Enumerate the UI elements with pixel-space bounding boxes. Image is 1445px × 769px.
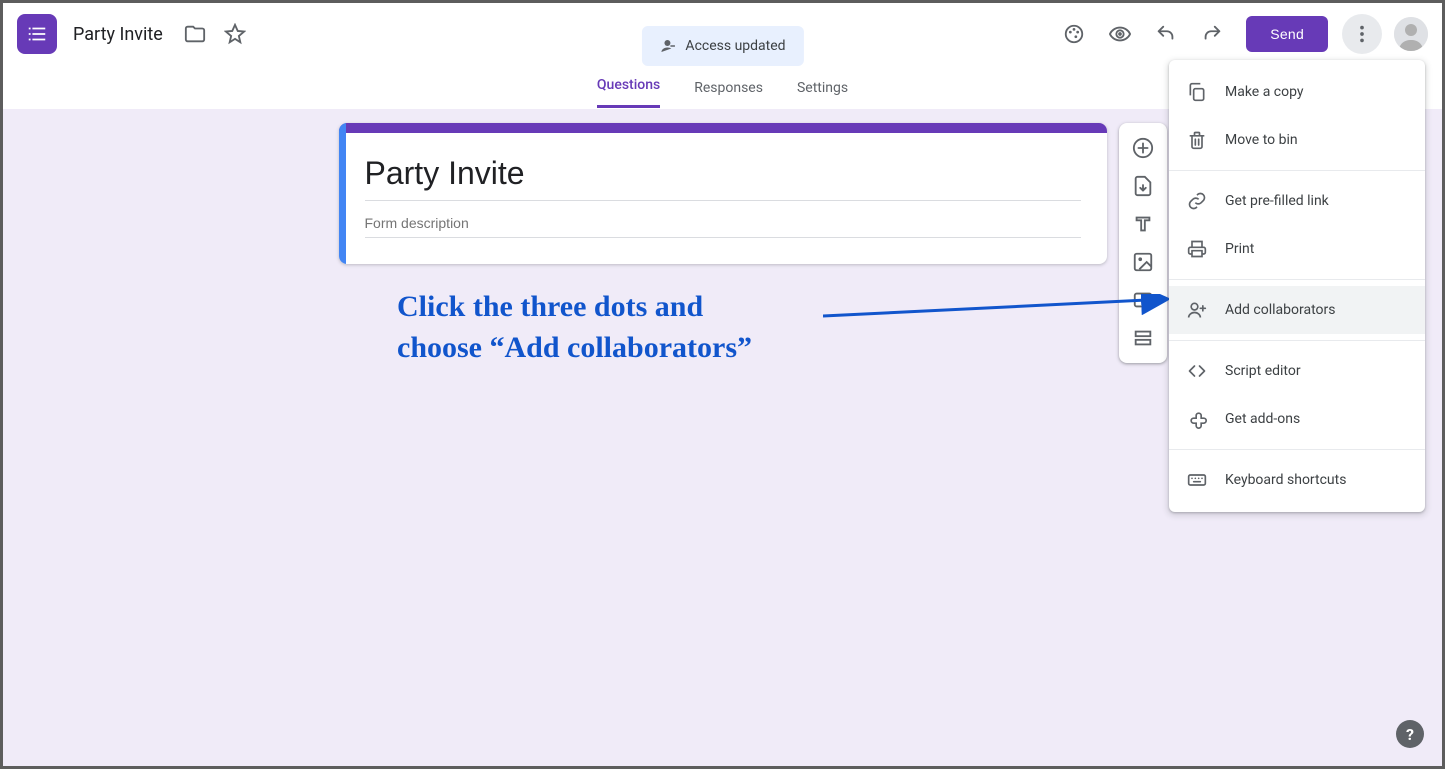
menu-make-copy[interactable]: Make a copy (1169, 68, 1425, 116)
add-collaborators-icon (1187, 300, 1207, 320)
menu-separator (1169, 170, 1425, 171)
add-section-icon[interactable] (1124, 319, 1162, 357)
account-avatar[interactable] (1394, 17, 1428, 51)
more-icon[interactable] (1342, 14, 1382, 54)
menu-label: Get pre-filled link (1225, 193, 1329, 209)
menu-label: Script editor (1225, 363, 1301, 379)
copy-icon (1187, 82, 1207, 102)
forms-logo[interactable] (17, 14, 57, 54)
access-updated-chip: Access updated (641, 26, 803, 66)
preview-icon[interactable] (1100, 14, 1140, 54)
form-header-card[interactable] (339, 123, 1107, 264)
menu-separator (1169, 340, 1425, 341)
undo-icon[interactable] (1146, 14, 1186, 54)
form-description-input[interactable] (365, 203, 1081, 238)
add-video-icon[interactable] (1124, 281, 1162, 319)
menu-get-addons[interactable]: Get add-ons (1169, 395, 1425, 443)
document-title[interactable]: Party Invite (73, 24, 163, 45)
menu-script-editor[interactable]: Script editor (1169, 347, 1425, 395)
overflow-menu: Make a copy Move to bin Get pre-filled l… (1169, 60, 1425, 512)
link-icon (1187, 191, 1207, 211)
move-folder-icon[interactable] (175, 14, 215, 54)
menu-separator (1169, 449, 1425, 450)
menu-move-to-bin[interactable]: Move to bin (1169, 116, 1425, 164)
menu-label: Add collaborators (1225, 302, 1335, 318)
toolbar-right-group: Send (1054, 14, 1428, 54)
menu-label: Print (1225, 241, 1254, 257)
tab-questions[interactable]: Questions (597, 77, 660, 108)
menu-separator (1169, 279, 1425, 280)
keyboard-icon (1187, 470, 1207, 490)
menu-label: Move to bin (1225, 132, 1298, 148)
tab-settings[interactable]: Settings (797, 80, 848, 108)
add-title-icon[interactable] (1124, 205, 1162, 243)
code-icon (1187, 361, 1207, 381)
annotation-line-2: choose “Add collaborators” (397, 328, 752, 369)
menu-prefilled-link[interactable]: Get pre-filled link (1169, 177, 1425, 225)
redo-icon[interactable] (1192, 14, 1232, 54)
tab-responses[interactable]: Responses (694, 80, 763, 108)
menu-keyboard-shortcuts[interactable]: Keyboard shortcuts (1169, 456, 1425, 504)
add-image-icon[interactable] (1124, 243, 1162, 281)
person-remove-icon (659, 37, 677, 55)
print-icon (1187, 239, 1207, 259)
annotation-text: Click the three dots and choose “Add col… (397, 287, 752, 368)
trash-icon (1187, 130, 1207, 150)
question-side-rail (1119, 123, 1167, 363)
theme-icon[interactable] (1054, 14, 1094, 54)
star-icon[interactable] (215, 14, 255, 54)
addon-icon (1187, 409, 1207, 429)
form-title-input[interactable] (365, 153, 1081, 201)
menu-label: Get add-ons (1225, 411, 1300, 427)
menu-label: Keyboard shortcuts (1225, 472, 1346, 488)
send-button[interactable]: Send (1246, 16, 1328, 52)
chip-label: Access updated (685, 38, 785, 54)
menu-add-collaborators[interactable]: Add collaborators (1169, 286, 1425, 334)
help-icon[interactable]: ? (1396, 720, 1424, 748)
annotation-line-1: Click the three dots and (397, 287, 752, 328)
menu-print[interactable]: Print (1169, 225, 1425, 273)
menu-label: Make a copy (1225, 84, 1304, 100)
add-question-icon[interactable] (1124, 129, 1162, 167)
import-questions-icon[interactable] (1124, 167, 1162, 205)
